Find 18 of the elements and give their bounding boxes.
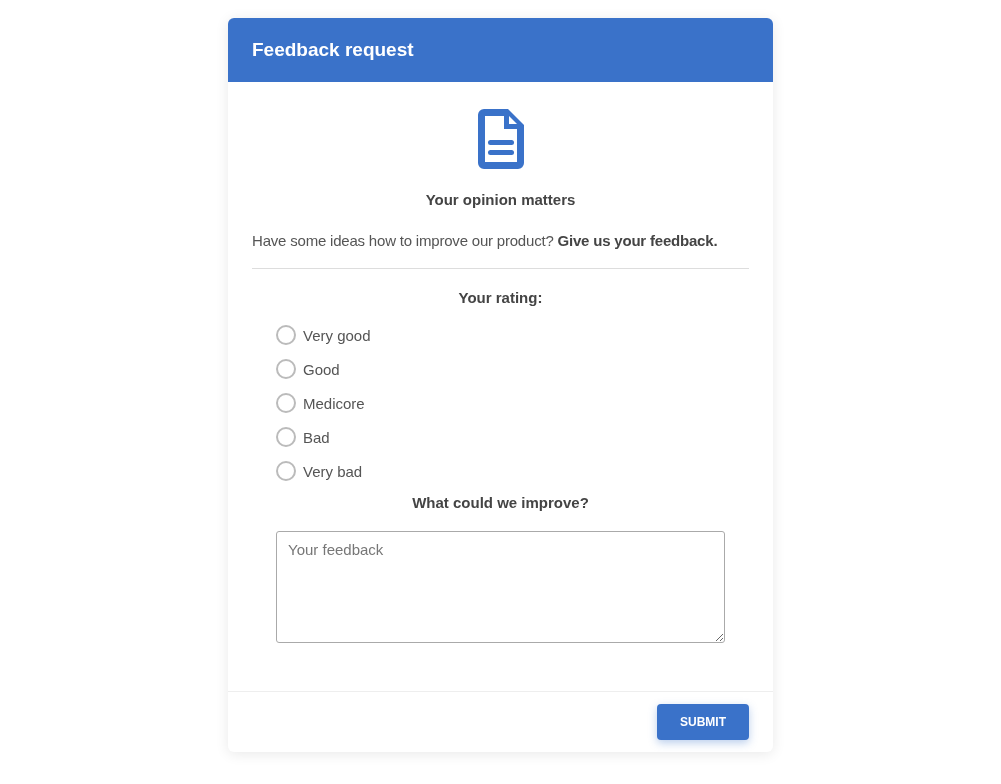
radio-button[interactable]: [276, 359, 296, 379]
improve-label: What could we improve?: [412, 494, 589, 511]
feedback-field[interactable]: Your feedback: [276, 531, 725, 643]
radio-button[interactable]: [276, 393, 296, 413]
option-label: Very bad: [303, 462, 363, 480]
intro-text: Have some ideas how to improve our product? Give us your feedback.: [252, 232, 718, 249]
section-heading: Your opinion matters: [425, 191, 576, 208]
option-label: Bad: [303, 428, 330, 446]
document-icon: [475, 107, 526, 171]
option-label: Medicore: [303, 394, 365, 412]
option-label: Good: [303, 360, 340, 378]
radio-button[interactable]: [276, 325, 296, 345]
submit-button[interactable]: SUBMIT: [657, 704, 749, 740]
radio-button[interactable]: [276, 427, 296, 447]
card-title: Feedback request: [252, 39, 414, 61]
radio-button[interactable]: [276, 461, 296, 481]
rating-label: Your rating:: [458, 289, 543, 306]
option-label: Very good: [303, 326, 371, 344]
